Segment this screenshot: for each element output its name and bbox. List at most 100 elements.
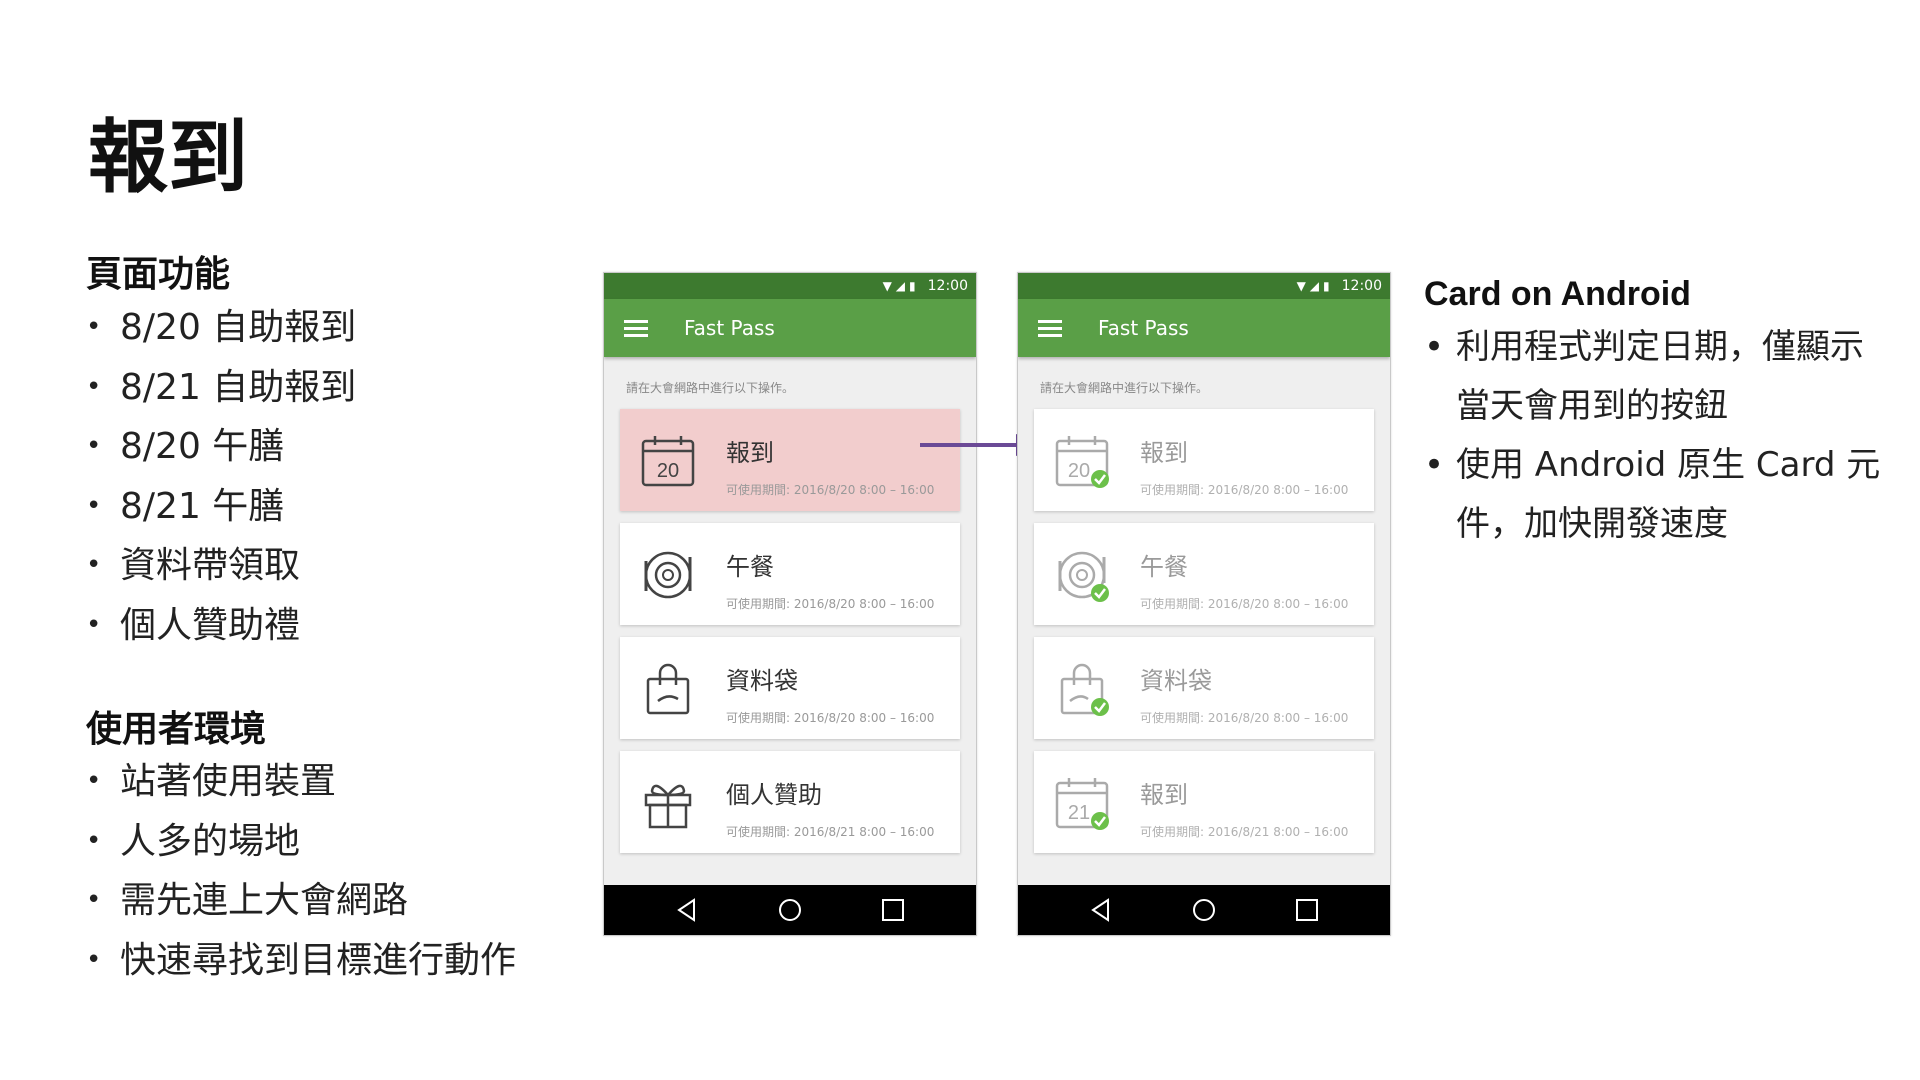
- back-icon[interactable]: [1088, 897, 1114, 923]
- list-item-text: 快速尋找到目標進行動作: [120, 939, 517, 981]
- card-period: 可使用期間: 2016/8/20 8:00 – 16:00: [1140, 711, 1349, 725]
- card-title: 資料袋: [1140, 667, 1212, 695]
- environment-heading: 使用者環境: [86, 709, 267, 750]
- bullet: •: [86, 944, 102, 975]
- nav-bar: [1018, 885, 1390, 935]
- card-title: 報到: [1140, 781, 1188, 809]
- list-item-text: 8/21 午膳: [120, 485, 285, 527]
- card-title: 報到: [1140, 439, 1188, 467]
- list-item: • 使用 Android 原生 Card 元件，加快開發速度: [1424, 436, 1884, 554]
- status-time: 12:00: [1341, 278, 1382, 294]
- network-hint: 請在大會網路中進行以下操作。: [626, 381, 795, 395]
- card-bag-done[interactable]: 資料袋 可使用期間: 2016/8/20 8:00 – 16:00: [1034, 637, 1374, 739]
- status-time: 12:00: [927, 278, 968, 294]
- card-title: 資料袋: [726, 667, 798, 695]
- card-lunch[interactable]: 午餐 可使用期間: 2016/8/20 8:00 – 16:00: [620, 523, 960, 625]
- list-item: • 8/21 自助報到: [86, 358, 356, 418]
- card-bag[interactable]: 資料袋 可使用期間: 2016/8/20 8:00 – 16:00: [620, 637, 960, 739]
- card-checkin-done[interactable]: 20 報到 可使用期間: 2016/8/20 8:00 – 16:00: [1034, 409, 1374, 511]
- bullet: •: [1424, 327, 1445, 367]
- list-item-text: 8/20 午膳: [120, 426, 285, 467]
- card-period: 可使用期間: 2016/8/20 8:00 – 16:00: [726, 711, 935, 725]
- phone-mockup-after: ▼◢▮ 12:00 Fast Pass 請在大會網路中進行以下操作。 20 報到…: [1017, 272, 1391, 936]
- nav-bar: [604, 885, 976, 935]
- list-item-text: 8/20 自助報到: [120, 307, 357, 348]
- card-period: 可使用期間: 2016/8/20 8:00 – 16:00: [1140, 483, 1349, 497]
- list-item-text: 需先連上大會網路: [120, 880, 409, 921]
- bullet: •: [86, 312, 102, 342]
- card-title: 個人贊助: [726, 781, 822, 809]
- app-bar: Fast Pass: [604, 299, 976, 357]
- notes-heading: Card on Android: [1424, 275, 1691, 313]
- svg-text:20: 20: [657, 460, 679, 482]
- environment-list: • 站著使用裝置 • 人多的場地 • 需先連上大會網路 • 快速尋找到目標進行動作: [86, 752, 516, 990]
- list-item-text: 使用 Android 原生 Card 元件，加快開發速度: [1456, 445, 1881, 544]
- list-item: • 8/20 自助報到: [86, 298, 356, 358]
- list-item: • 快速尋找到目標進行動作: [86, 931, 516, 991]
- menu-icon[interactable]: [624, 316, 648, 341]
- svg-text:21: 21: [1068, 802, 1090, 824]
- network-hint: 請在大會網路中進行以下操作。: [1040, 381, 1209, 395]
- list-item-text: 資料帶領取: [120, 545, 301, 586]
- list-item: • 個人贊助禮: [86, 596, 356, 656]
- card-lunch-done[interactable]: 午餐 可使用期間: 2016/8/20 8:00 – 16:00: [1034, 523, 1374, 625]
- home-icon[interactable]: [1191, 897, 1217, 923]
- recents-icon[interactable]: [880, 897, 906, 923]
- features-list: • 8/20 自助報到 • 8/21 自助報到 • 8/20 午膳 • 8/21 午膳 …: [86, 298, 356, 655]
- bullet: •: [86, 825, 102, 856]
- list-item-text: 利用程式判定日期，僅顯示當天會用到的按鈕: [1456, 327, 1864, 426]
- bullet: •: [86, 550, 102, 580]
- card-period: 可使用期間: 2016/8/20 8:00 – 16:00: [1140, 597, 1349, 611]
- card-period: 可使用期間: 2016/8/20 8:00 – 16:00: [726, 597, 935, 611]
- gift-icon: [644, 784, 692, 829]
- card-period: 可使用期間: 2016/8/21 8:00 – 16:00: [1140, 825, 1349, 839]
- card-checkin-day2-done[interactable]: 21 報到 可使用期間: 2016/8/21 8:00 – 16:00: [1034, 751, 1374, 853]
- home-icon[interactable]: [777, 897, 803, 923]
- plate-check-icon: [1058, 551, 1109, 602]
- status-bar: ▼◢▮ 12:00: [1018, 273, 1390, 299]
- list-item-text: 8/21 自助報到: [120, 366, 357, 408]
- app-title: Fast Pass: [684, 316, 775, 340]
- bullet: •: [86, 431, 102, 461]
- bullet: •: [86, 885, 102, 915]
- svg-text:20: 20: [1068, 460, 1090, 482]
- menu-icon[interactable]: [1038, 316, 1062, 341]
- recents-icon[interactable]: [1294, 897, 1320, 923]
- notes-list: • 利用程式判定日期，僅顯示當天會用到的按鈕 • 使用 Android 原生 Car…: [1424, 318, 1884, 554]
- list-item: • 站著使用裝置: [86, 752, 516, 812]
- list-item: • 需先連上大會網路: [86, 871, 516, 931]
- card-title: 報到: [726, 439, 774, 467]
- bullet: •: [86, 371, 102, 402]
- plate-icon: [644, 551, 692, 599]
- signal-icon: ▼◢▮: [1296, 279, 1334, 293]
- phone-mockup-before: ▼◢▮ 12:00 Fast Pass 請在大會網路中進行以下操作。 20 報到…: [603, 272, 977, 936]
- list-item-text: 人多的場地: [120, 820, 301, 862]
- card-checkin[interactable]: 20 報到 可使用期間: 2016/8/20 8:00 – 16:00: [620, 409, 960, 511]
- list-item: • 8/20 午膳: [86, 417, 356, 477]
- list-item: • 人多的場地: [86, 812, 516, 872]
- card-period: 可使用期間: 2016/8/21 8:00 – 16:00: [726, 825, 935, 839]
- calendar-check-icon: 20: [1055, 436, 1109, 488]
- slide-title: 報到: [88, 111, 248, 204]
- card-period: 可使用期間: 2016/8/20 8:00 – 16:00: [726, 483, 935, 497]
- bullet: •: [86, 766, 102, 796]
- bag-check-icon: [1060, 663, 1109, 716]
- list-item-text: 個人贊助禮: [120, 604, 301, 646]
- card-title: 午餐: [726, 553, 774, 581]
- app-title: Fast Pass: [1098, 316, 1189, 340]
- features-heading: 頁面功能: [86, 254, 231, 295]
- bullet: •: [1424, 445, 1445, 485]
- card-title: 午餐: [1140, 553, 1188, 581]
- bullet: •: [86, 609, 102, 640]
- bag-icon: [646, 663, 690, 715]
- list-item: • 8/21 午膳: [86, 477, 356, 537]
- status-bar: ▼◢▮ 12:00: [604, 273, 976, 299]
- app-bar: Fast Pass: [1018, 299, 1390, 357]
- signal-icon: ▼◢▮: [882, 279, 920, 293]
- list-item: • 利用程式判定日期，僅顯示當天會用到的按鈕: [1424, 318, 1884, 436]
- calendar-icon: 20: [641, 436, 695, 487]
- bullet: •: [86, 490, 102, 521]
- list-item-text: 站著使用裝置: [120, 761, 337, 802]
- back-icon[interactable]: [674, 897, 700, 923]
- card-sponsor[interactable]: 個人贊助 可使用期間: 2016/8/21 8:00 – 16:00: [620, 751, 960, 853]
